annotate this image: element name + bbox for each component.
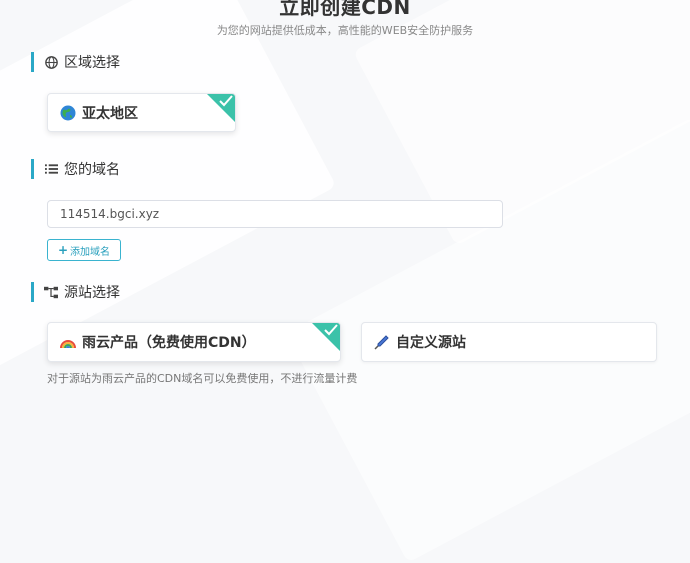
- list-icon: [44, 162, 58, 176]
- section-domain-title: 您的域名: [31, 159, 120, 179]
- origin-option-label: 雨云产品（免费使用CDN）: [82, 335, 256, 351]
- page-subtitle: 为您的网站提供低成本，高性能的WEB安全防护服务: [216, 24, 474, 37]
- add-domain-label: 添加域名: [70, 246, 111, 258]
- syringe-icon: [374, 334, 390, 350]
- origin-option-custom[interactable]: 自定义源站: [361, 322, 657, 362]
- section-region-title: 区域选择: [31, 52, 120, 72]
- section-region-label: 区域选择: [64, 55, 120, 71]
- origin-note: 对于源站为雨云产品的CDN域名可以免费使用，不进行流量计费: [47, 372, 358, 385]
- check-icon: [219, 95, 233, 107]
- check-icon: [324, 324, 338, 336]
- section-origin-label: 源站选择: [64, 285, 120, 301]
- section-domain-label: 您的域名: [64, 162, 120, 178]
- origin-option-label: 自定义源站: [396, 335, 466, 351]
- earth-icon: [60, 105, 76, 121]
- region-option-asia-pacific[interactable]: 亚太地区: [47, 93, 236, 132]
- region-option-label: 亚太地区: [82, 105, 138, 122]
- page-title: 立即创建CDN: [279, 0, 411, 19]
- plus-icon: +: [57, 243, 69, 257]
- sitemap-icon: [44, 285, 58, 299]
- add-domain-button[interactable]: + 添加域名: [47, 239, 121, 261]
- origin-option-rainyun[interactable]: 雨云产品（免费使用CDN）: [47, 322, 341, 362]
- globe-icon: [44, 55, 58, 69]
- domain-input[interactable]: 114514.bgci.xyz: [47, 200, 503, 228]
- section-origin-title: 源站选择: [31, 282, 120, 302]
- rainbow-icon: [60, 334, 76, 350]
